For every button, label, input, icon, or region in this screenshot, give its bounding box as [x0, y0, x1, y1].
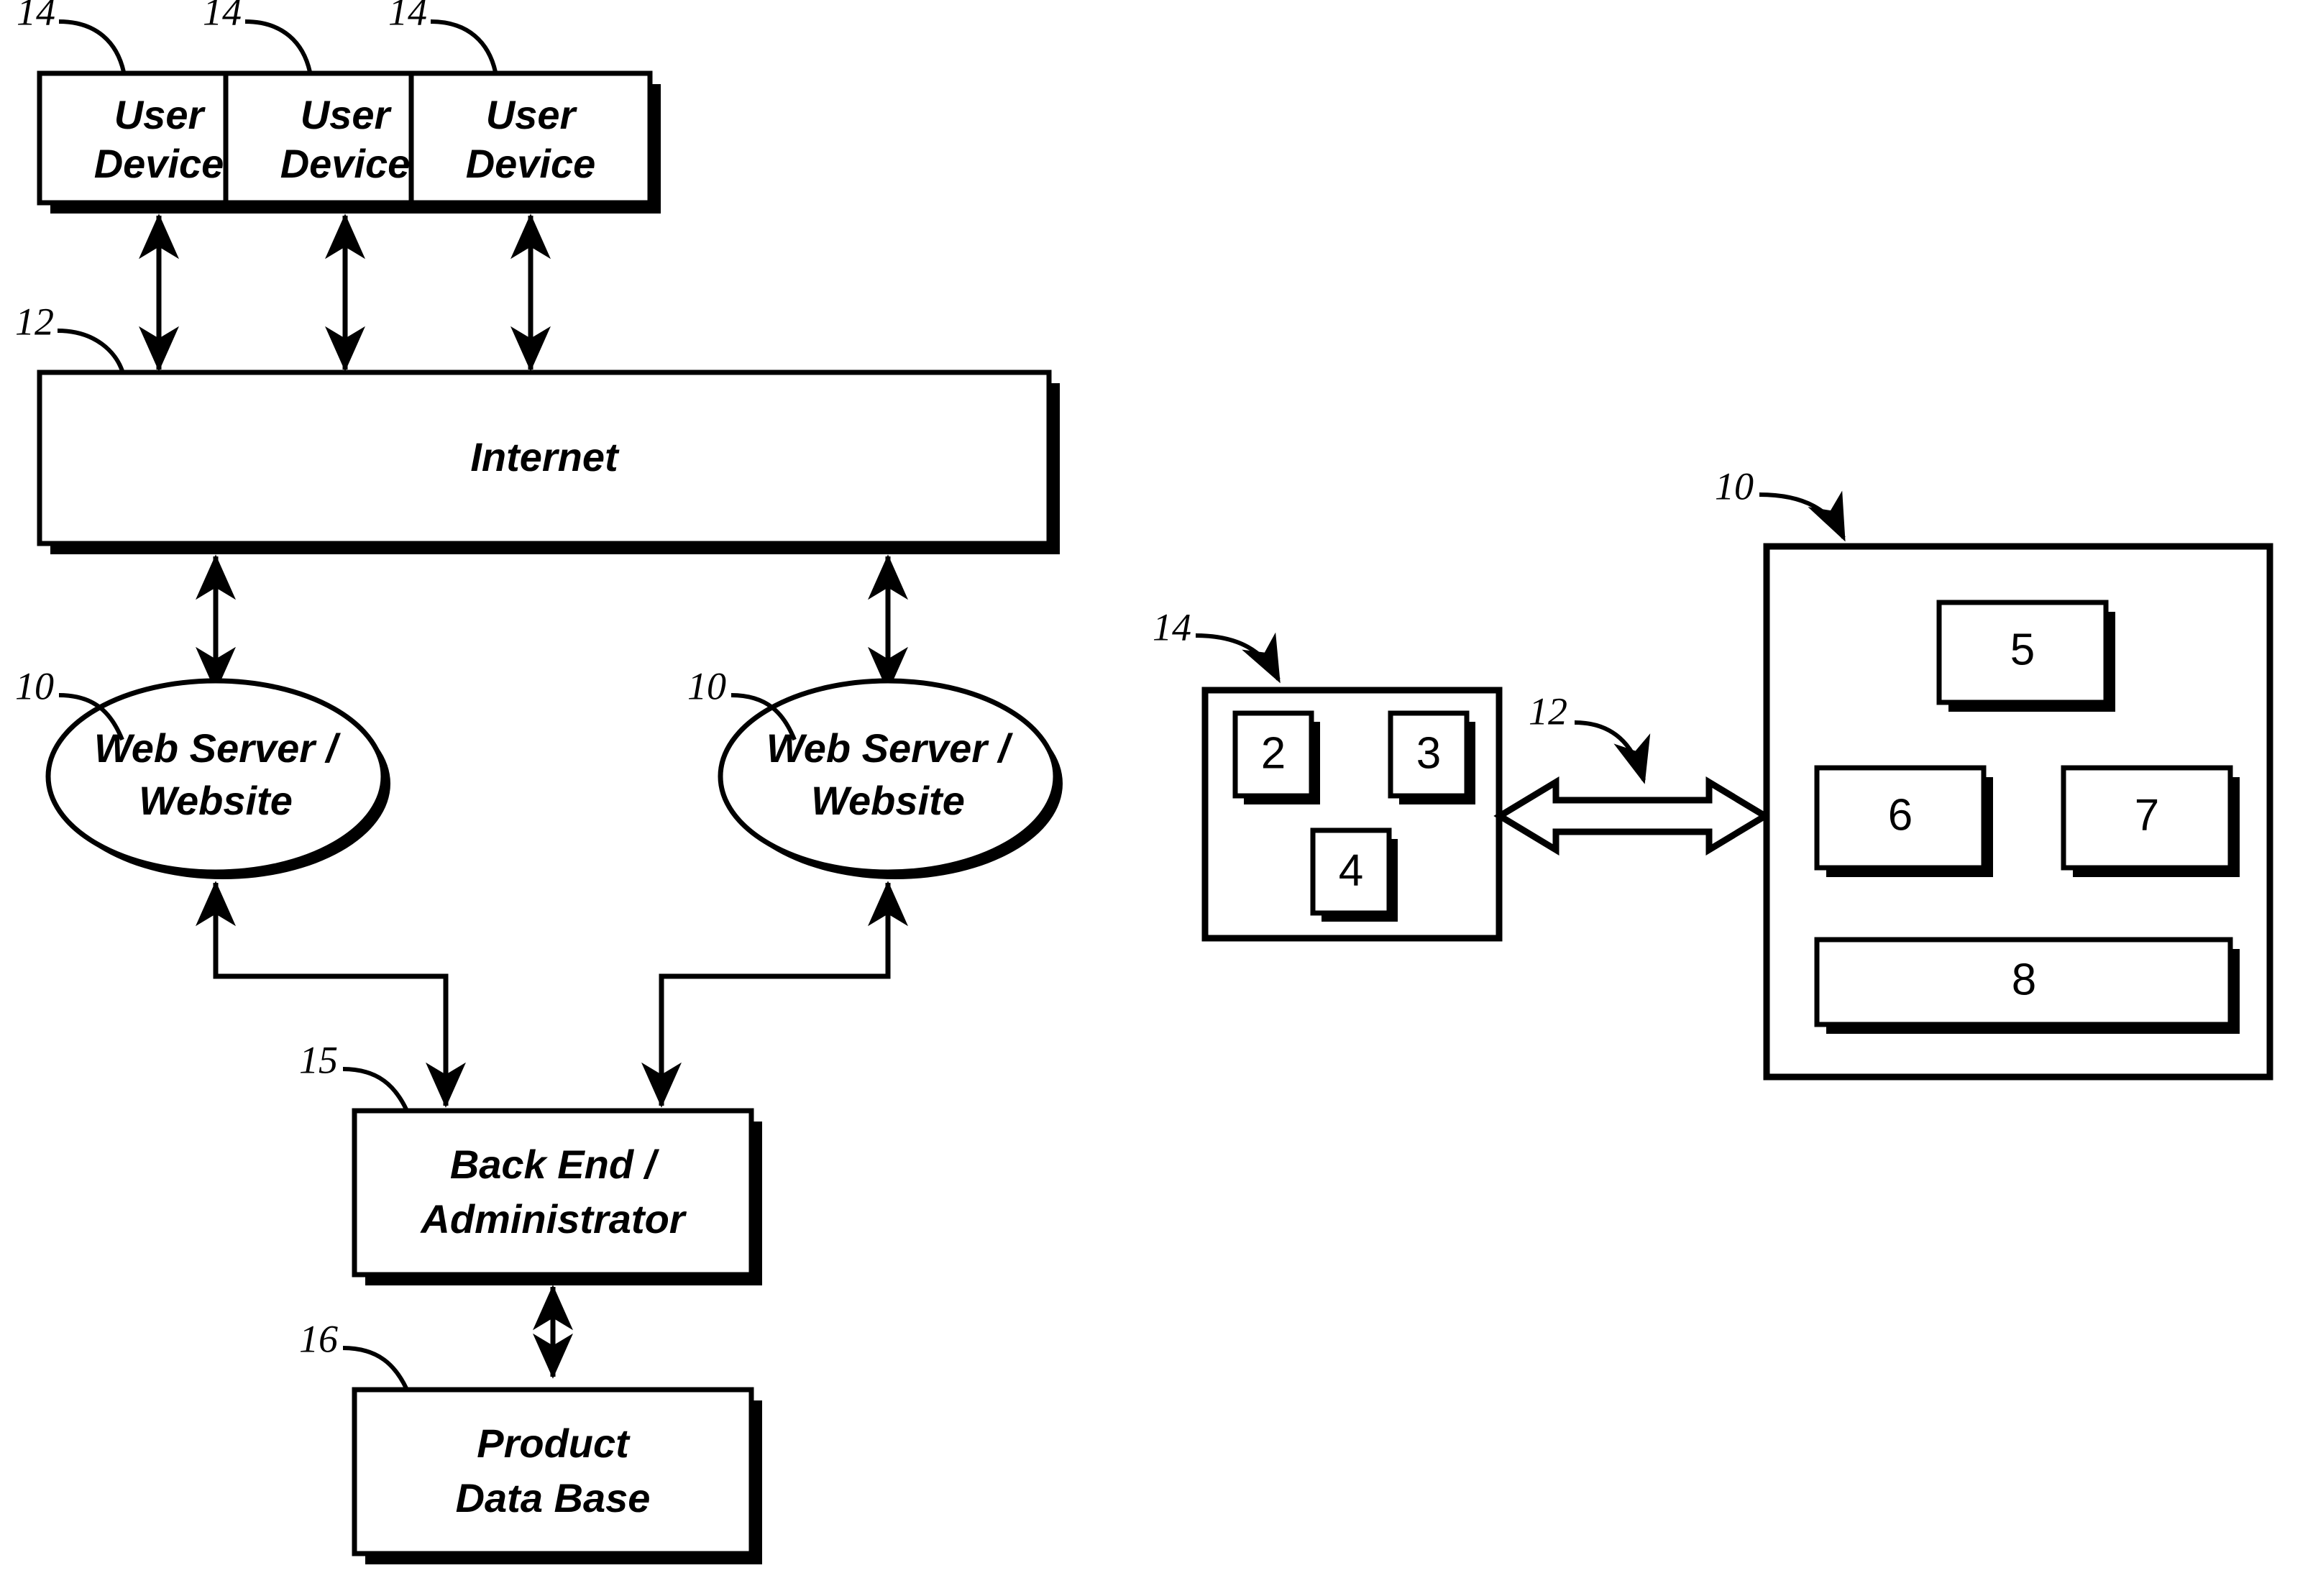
web-server-1-line2: Website	[139, 778, 293, 823]
leader-line-14-right-device	[1195, 632, 1281, 684]
ref-callout-15-backend: 15	[299, 1038, 408, 1111]
ref-label-14-right-device: 14	[1153, 605, 1191, 648]
product-database-line1: Product	[477, 1421, 631, 1466]
right-server-component-5-number: 5	[2010, 625, 2035, 674]
web-server-2-line2: Website	[811, 778, 965, 823]
patent-figure-svg: User Device 14 User Device 14 User Devic…	[15, 0, 2273, 1564]
leader-line-12-right-link	[1574, 720, 1651, 784]
figure-canvas: User Device 14 User Device 14 User Devic…	[0, 0, 2313, 1596]
back-end-line1: Back End /	[450, 1142, 660, 1187]
ref-callout-14-device2: 14	[203, 0, 312, 73]
ref-callout-14-right-device: 14	[1153, 605, 1281, 684]
leader-line-14-device3	[430, 19, 498, 73]
ref-callout-12-internet: 12	[15, 300, 124, 372]
leader-line-12-internet	[57, 329, 124, 372]
back-end-node: Back End / Administrator	[352, 1108, 762, 1285]
ref-callout-14-device3: 14	[388, 0, 498, 73]
ref-callout-12-right-link: 12	[1529, 689, 1651, 784]
leader-line-14-device2	[244, 19, 312, 73]
ref-label-10-webserver1: 10	[15, 664, 54, 707]
leader-line-16-database	[342, 1346, 408, 1390]
leader-line-10-right-server	[1759, 490, 1846, 542]
web-server-1-line1: Web Server /	[94, 725, 342, 771]
right-server-component-8-number: 8	[2012, 955, 2036, 1004]
user-device-1-line2: Device	[94, 141, 224, 186]
right-server-node: 5 6 7 8	[1763, 543, 2273, 1081]
ref-callout-14-device1: 14	[17, 0, 126, 73]
back-end-fill	[354, 1111, 751, 1275]
ref-label-15-backend: 15	[299, 1038, 338, 1081]
leader-line-14-device1	[58, 19, 126, 73]
user-device-3: User Device	[408, 70, 661, 214]
right-server-component-6-number: 6	[1888, 790, 1913, 840]
product-database-fill	[354, 1390, 751, 1554]
ref-label-14-device1: 14	[17, 0, 55, 33]
leader-line-15-backend	[342, 1067, 408, 1111]
user-device-2-line1: User	[301, 92, 393, 137]
right-link-block-arrow	[1493, 776, 1772, 856]
internet-label: Internet	[470, 434, 620, 480]
ref-label-14-device3: 14	[388, 0, 427, 33]
right-device-node: 2 3 4	[1201, 687, 1503, 942]
ref-label-12-internet: 12	[15, 300, 54, 343]
ref-label-12-right-link: 12	[1529, 689, 1567, 733]
web-server-1: Web Server / Website	[45, 678, 390, 879]
ref-label-14-device2: 14	[203, 0, 242, 33]
right-device-component-2-number: 2	[1261, 728, 1286, 778]
user-device-3-line2: Device	[466, 141, 596, 186]
product-database-node: Product Data Base	[352, 1387, 762, 1564]
right-device-component-4-number: 4	[1339, 845, 1363, 895]
web-server-2-line1: Web Server /	[766, 725, 1014, 771]
ref-label-10-right-server: 10	[1715, 464, 1754, 508]
ref-callout-16-database: 16	[299, 1317, 408, 1390]
back-end-line2: Administrator	[419, 1196, 687, 1242]
right-server-component-7-number: 7	[2135, 790, 2159, 840]
user-device-1-line1: User	[114, 92, 206, 137]
internet-node: Internet	[37, 370, 1060, 554]
ref-label-16-database: 16	[299, 1317, 338, 1360]
connector-backend-webserver2	[641, 881, 908, 1108]
user-device-2-line2: Device	[280, 141, 411, 186]
ref-callout-10-right-server: 10	[1715, 464, 1846, 542]
web-server-2: Web Server / Website	[718, 678, 1063, 879]
product-database-line2: Data Base	[456, 1475, 651, 1521]
user-device-3-line1: User	[486, 92, 578, 137]
ref-label-10-webserver2: 10	[687, 664, 726, 707]
right-device-component-3-number: 3	[1416, 728, 1441, 778]
